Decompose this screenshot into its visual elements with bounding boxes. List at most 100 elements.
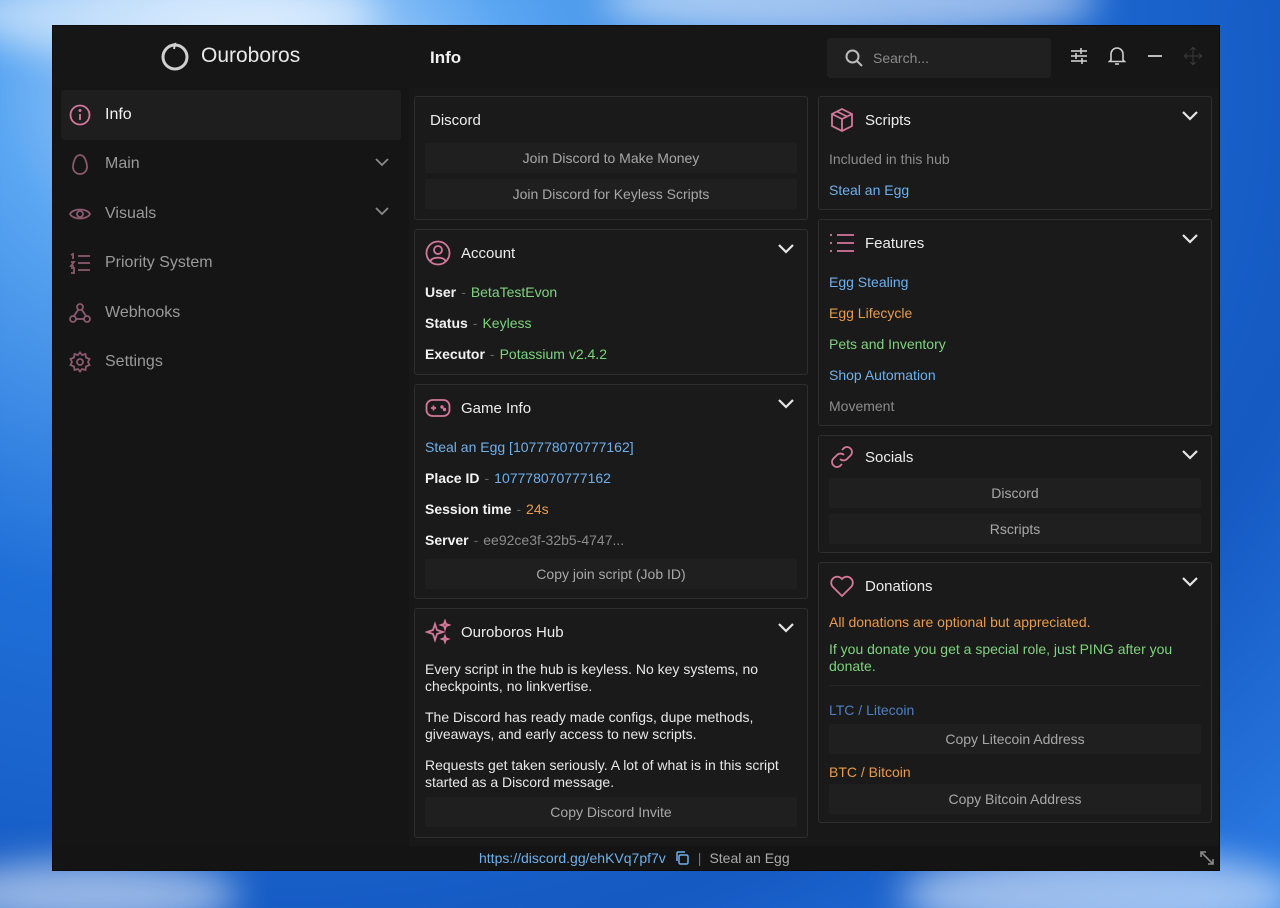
- cube-icon: [831, 107, 853, 133]
- ouroboros-hub-card: Ouroboros Hub Every script in the hub is…: [414, 608, 808, 838]
- bell-icon[interactable]: [1107, 46, 1127, 66]
- card-title: Discord: [430, 111, 481, 129]
- btc-label: BTC / Bitcoin: [829, 764, 911, 780]
- chevron-down-icon[interactable]: [1181, 233, 1199, 245]
- chevron-down-icon[interactable]: [777, 622, 795, 634]
- card-header: Discord: [425, 97, 797, 143]
- account-status-value: Keyless: [482, 314, 532, 331]
- sidebar: Info Main Visuals Priority System Webhoo…: [53, 88, 409, 846]
- card-header[interactable]: Socials: [829, 436, 1201, 478]
- card-header[interactable]: Ouroboros Hub: [425, 609, 797, 655]
- chevron-down-icon: [375, 207, 389, 216]
- card-title: Features: [865, 234, 925, 252]
- list-ordered-icon: [69, 252, 90, 275]
- sidebar-item-main[interactable]: Main: [53, 140, 409, 190]
- server-value: ee92ce3f-32b5-4747...: [483, 531, 625, 548]
- script-item[interactable]: Steal an Egg: [829, 174, 1201, 205]
- chevron-down-icon[interactable]: [777, 243, 795, 255]
- account-user-value: BetaTestEvon: [470, 283, 558, 300]
- donations-optional-note: All donations are optional but appreciat…: [829, 614, 1091, 630]
- chevron-down-icon[interactable]: [1181, 576, 1199, 588]
- sidebar-item-settings[interactable]: Settings: [53, 338, 409, 388]
- copy-join-script-button[interactable]: Copy join script (Job ID): [425, 559, 797, 589]
- sidebar-item-priority-system[interactable]: Priority System: [53, 239, 409, 289]
- card-header[interactable]: Donations: [829, 563, 1201, 609]
- sidebar-item-label: Visuals: [105, 204, 157, 222]
- scripts-subtitle: Included in this hub: [829, 150, 950, 167]
- account-executor-row: Executor - Potassium v2.4.2: [425, 345, 607, 362]
- minimize-icon[interactable]: [1145, 46, 1165, 66]
- account-user-row: User - BetaTestEvon: [425, 283, 558, 300]
- join-discord-keyless-button[interactable]: Join Discord for Keyless Scripts: [425, 179, 797, 209]
- user-circle-icon: [425, 240, 451, 266]
- sidebar-item-label: Info: [105, 105, 132, 123]
- join-discord-money-button[interactable]: Join Discord to Make Money: [425, 143, 797, 173]
- copy-discord-invite-button[interactable]: Copy Discord Invite: [425, 797, 797, 827]
- resize-icon[interactable]: [1199, 850, 1215, 866]
- gear-icon: [69, 351, 91, 374]
- session-time-value: 24s: [526, 500, 549, 517]
- sparkles-icon: [425, 619, 451, 645]
- card-header[interactable]: Features: [829, 220, 1201, 266]
- card-title: Socials: [865, 448, 914, 466]
- game-info-card: Game Info Steal an Egg [107778070777162]…: [414, 384, 808, 599]
- list-icon: [830, 234, 854, 252]
- chevron-down-icon[interactable]: [1181, 110, 1199, 122]
- sidebar-item-webhooks[interactable]: Webhooks: [53, 288, 409, 338]
- game-name-link[interactable]: Steal an Egg [107778070777162]: [425, 431, 797, 462]
- donations-role-note: If you donate you get a special role, ju…: [829, 641, 1173, 674]
- app-window: Ouroboros Info Info: [52, 25, 1220, 871]
- feature-item: Egg Stealing: [829, 273, 909, 290]
- sidebar-item-info[interactable]: Info: [61, 90, 401, 140]
- place-id-row: Place ID -107778070777162: [425, 469, 611, 486]
- card-title: Ouroboros Hub: [461, 623, 564, 641]
- chevron-down-icon: [375, 157, 389, 166]
- ouroboros-logo-icon: [161, 42, 189, 71]
- card-title: Scripts: [865, 111, 911, 129]
- status-bar: https://discord.gg/ehKVq7pf7v | Steal an…: [53, 846, 1219, 870]
- card-header[interactable]: Game Info: [425, 385, 797, 431]
- scripts-card: Scripts Included in this hub Steal an Eg…: [818, 96, 1212, 210]
- account-card: Account User - BetaTestEvon Status - Keyless…: [414, 229, 808, 375]
- sidebar-item-visuals[interactable]: Visuals: [53, 189, 409, 239]
- copy-icon[interactable]: [674, 850, 690, 866]
- sidebar-item-label: Main: [105, 155, 140, 173]
- chevron-down-icon[interactable]: [777, 398, 795, 410]
- card-title: Game Info: [461, 399, 532, 417]
- webhook-icon: [69, 302, 91, 323]
- hub-paragraph: The Discord has ready made configs, dupe…: [425, 709, 754, 742]
- search-input[interactable]: [873, 50, 1033, 66]
- sliders-icon[interactable]: [1069, 46, 1089, 66]
- card-header[interactable]: Scripts: [829, 97, 1201, 143]
- discord-card: Discord Join Discord to Make Money Join …: [414, 96, 808, 220]
- app-name: Ouroboros: [201, 44, 301, 67]
- feature-item: Shop Automation: [829, 366, 936, 383]
- move-icon[interactable]: [1183, 46, 1203, 66]
- sidebar-item-label: Webhooks: [105, 303, 181, 321]
- account-executor-value: Potassium v2.4.2: [499, 345, 607, 362]
- heart-icon: [830, 575, 854, 598]
- copy-litecoin-button[interactable]: Copy Litecoin Address: [829, 724, 1201, 754]
- eye-icon: [69, 208, 91, 220]
- info-icon: [69, 104, 91, 126]
- sidebar-item-label: Priority System: [105, 254, 213, 272]
- gamepad-icon: [425, 399, 451, 417]
- card-title: Donations: [865, 577, 933, 595]
- socials-discord-button[interactable]: Discord: [829, 478, 1201, 508]
- page-title: Info: [430, 48, 462, 67]
- feature-item: Pets and Inventory: [829, 335, 946, 352]
- search-box[interactable]: [827, 38, 1051, 78]
- link-icon: [831, 446, 853, 468]
- socials-rscripts-button[interactable]: Rscripts: [829, 514, 1201, 544]
- chevron-down-icon[interactable]: [1181, 449, 1199, 461]
- title-bar: Ouroboros Info: [53, 26, 1219, 88]
- place-id-value: 107778070777162: [494, 469, 611, 486]
- status-separator: |: [697, 850, 702, 866]
- discord-invite-link[interactable]: https://discord.gg/ehKVq7pf7v: [479, 850, 666, 866]
- copy-bitcoin-button[interactable]: Copy Bitcoin Address: [829, 784, 1201, 814]
- server-row: Server - ee92ce3f-32b5-4747...: [425, 531, 625, 548]
- card-title: Account: [461, 244, 516, 262]
- card-header[interactable]: Account: [425, 230, 797, 276]
- left-column: Discord Join Discord to Make Money Join …: [414, 96, 808, 847]
- account-status-row: Status - Keyless: [425, 314, 532, 331]
